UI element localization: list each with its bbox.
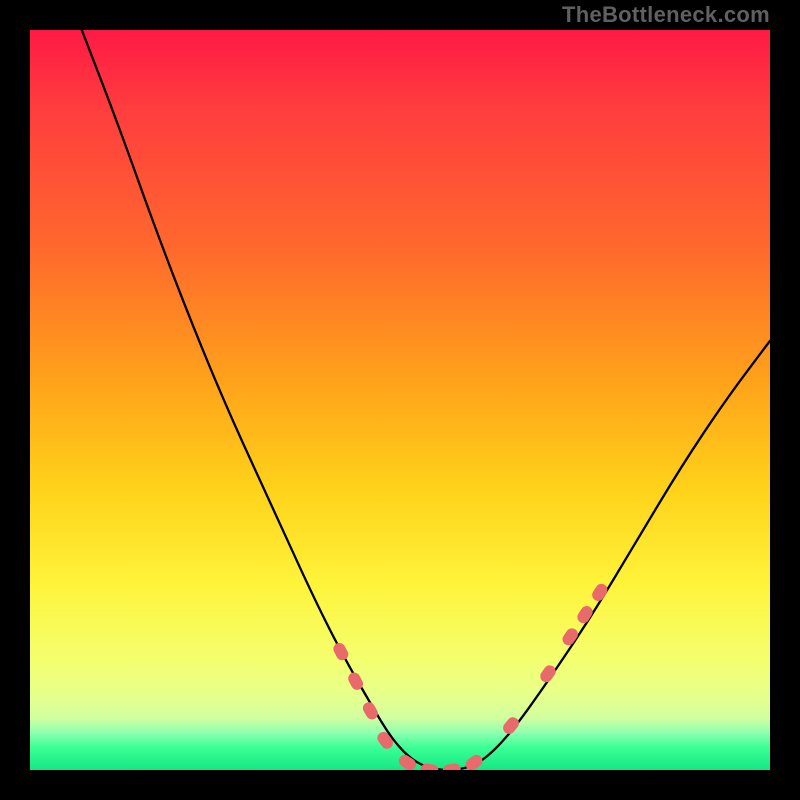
curve-marker — [575, 604, 595, 626]
curve-marker — [560, 626, 580, 648]
curve-marker — [346, 670, 365, 692]
curve-marker — [590, 582, 610, 604]
curve-marker — [375, 730, 395, 752]
marker-group — [331, 582, 609, 770]
curve-group — [82, 30, 770, 770]
chart-frame: TheBottleneck.com — [0, 0, 800, 800]
curve-marker — [463, 752, 485, 770]
plot-area — [30, 30, 770, 770]
curve-marker — [361, 700, 380, 722]
curve-marker — [331, 641, 350, 663]
curve-marker — [442, 763, 462, 770]
curve-marker — [501, 715, 522, 737]
curve-marker — [538, 663, 558, 685]
curve-marker — [420, 763, 440, 770]
bottleneck-curve-svg — [30, 30, 770, 770]
bottleneck-curve — [82, 30, 770, 770]
watermark-text: TheBottleneck.com — [562, 2, 770, 28]
curve-marker — [397, 753, 419, 770]
